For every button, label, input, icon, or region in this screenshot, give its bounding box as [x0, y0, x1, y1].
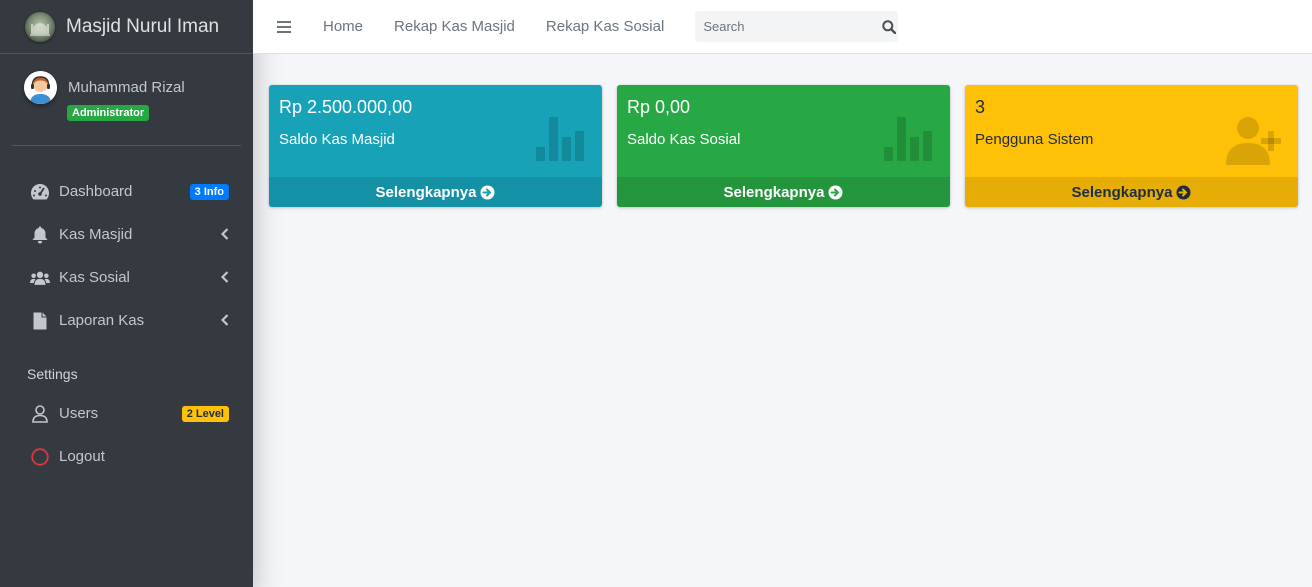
arrow-circle-right-icon: [828, 185, 843, 200]
box-footer-link[interactable]: Selengkapnya: [965, 177, 1298, 207]
user-panel: Muhammad Rizal Administrator: [12, 54, 241, 146]
bar-chart-icon: [884, 117, 936, 163]
sidebar-item-logout[interactable]: Logout: [8, 435, 245, 478]
pengguna-sistem-box: 3 Pengguna Sistem Selengkapnya: [965, 85, 1298, 207]
main-sidebar: Masjid Nurul Iman Muhammad Rizal Adminis…: [0, 0, 253, 587]
user-name[interactable]: Muhammad Rizal: [68, 79, 185, 96]
saldo-kas-masjid-box: Rp 2.500.000,00 Saldo Kas Masjid Selengk…: [269, 85, 602, 207]
search-input[interactable]: [695, 19, 880, 34]
box-footer-label: Selengkapnya: [1071, 183, 1173, 201]
users-icon: [30, 268, 50, 288]
box-label: Saldo Kas Masjid: [279, 131, 395, 148]
sidebar-item-kas-masjid[interactable]: Kas Masjid: [8, 213, 245, 256]
bell-icon: [30, 225, 50, 245]
nav-link-home[interactable]: Home: [323, 18, 363, 35]
box-footer-link[interactable]: Selengkapnya: [269, 177, 602, 207]
box-footer-link[interactable]: Selengkapnya: [617, 177, 950, 207]
sidebar-item-laporan-kas[interactable]: Laporan Kas: [8, 299, 245, 342]
sidebar-item-label: Kas Masjid: [59, 226, 133, 243]
sidebar-menu: Dashboard 3 Info Kas Masjid Kas Sosial L…: [0, 170, 253, 342]
sidebar-item-label: Logout: [59, 448, 105, 465]
sidebar-item-users[interactable]: Users 2 Level: [8, 392, 245, 435]
top-navbar: Home Rekap Kas Masjid Rekap Kas Sosial: [253, 0, 1312, 54]
saldo-kas-sosial-box: Rp 0,00 Saldo Kas Sosial Selengkapnya: [617, 85, 950, 207]
settings-menu: Users 2 Level Logout: [0, 392, 253, 478]
box-value: Rp 0,00: [627, 97, 691, 117]
tachometer-icon: [30, 182, 50, 202]
search-icon[interactable]: [879, 11, 898, 42]
arrow-circle-right-icon: [1176, 185, 1191, 200]
menu-toggle-icon[interactable]: [277, 20, 291, 33]
settings-header: Settings: [27, 366, 78, 382]
box-value: Rp 2.500.000,00: [279, 97, 413, 117]
mosque-logo-icon: [25, 11, 55, 42]
sidebar-item-label: Kas Sosial: [59, 269, 130, 286]
role-badge: Administrator: [67, 105, 150, 121]
nav-link-rekap-kas-masjid[interactable]: Rekap Kas Masjid: [394, 18, 515, 35]
box-footer-label: Selengkapnya: [723, 183, 825, 201]
chevron-left-icon: [220, 313, 229, 330]
sidebar-item-kas-sosial[interactable]: Kas Sosial: [8, 256, 245, 299]
circle-icon: [30, 447, 50, 467]
arrow-circle-right-icon: [480, 185, 495, 200]
info-badge: 3 Info: [189, 183, 229, 200]
search-form: [695, 11, 899, 42]
avatar[interactable]: [24, 71, 57, 104]
file-icon: [30, 311, 50, 331]
chevron-left-icon: [220, 227, 229, 244]
nav-link-rekap-kas-sosial[interactable]: Rekap Kas Sosial: [546, 18, 664, 35]
sidebar-item-label: Laporan Kas: [59, 312, 145, 329]
user-plus-icon: [1224, 113, 1286, 167]
sidebar-item-label: Dashboard: [59, 183, 133, 200]
brand-link[interactable]: Masjid Nurul Iman: [0, 0, 253, 54]
brand-title: Masjid Nurul Iman: [66, 15, 220, 37]
sidebar-item-label: Users: [59, 405, 99, 422]
box-label: Saldo Kas Sosial: [627, 131, 741, 148]
level-badge: 2 Level: [181, 405, 229, 422]
sidebar-item-dashboard[interactable]: Dashboard 3 Info: [8, 170, 245, 213]
user-icon: [30, 404, 50, 424]
box-footer-label: Selengkapnya: [375, 183, 477, 201]
box-value: 3: [975, 97, 986, 117]
box-label: Pengguna Sistem: [975, 131, 1094, 148]
bar-chart-icon: [536, 117, 588, 163]
chevron-left-icon: [220, 270, 229, 287]
